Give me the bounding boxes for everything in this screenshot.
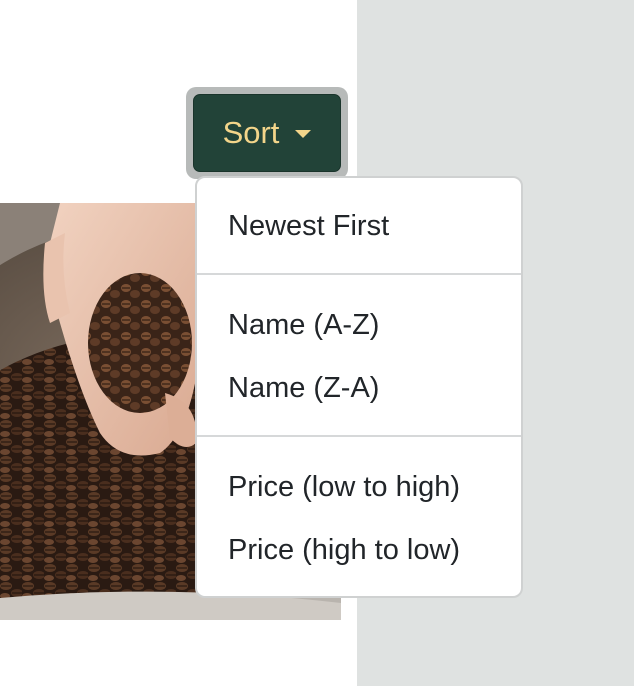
- menu-divider: [197, 435, 521, 437]
- menu-item-name-z-a[interactable]: Name (Z-A): [228, 372, 379, 405]
- menu-item-price-high-low[interactable]: Price (high to low): [228, 534, 460, 567]
- sort-label: Sort: [222, 115, 280, 150]
- menu-item-newest-first[interactable]: Newest First: [228, 210, 389, 243]
- sort-button[interactable]: Sort: [193, 94, 341, 172]
- page-background: [0, 620, 357, 686]
- caret-down-icon: [295, 130, 312, 138]
- menu-item-price-low-high[interactable]: Price (low to high): [228, 471, 460, 504]
- menu-item-name-a-z[interactable]: Name (A-Z): [228, 309, 379, 342]
- sort-dropdown-menu: Newest First Name (A-Z) Name (Z-A) Price…: [195, 176, 523, 598]
- menu-divider: [197, 273, 521, 275]
